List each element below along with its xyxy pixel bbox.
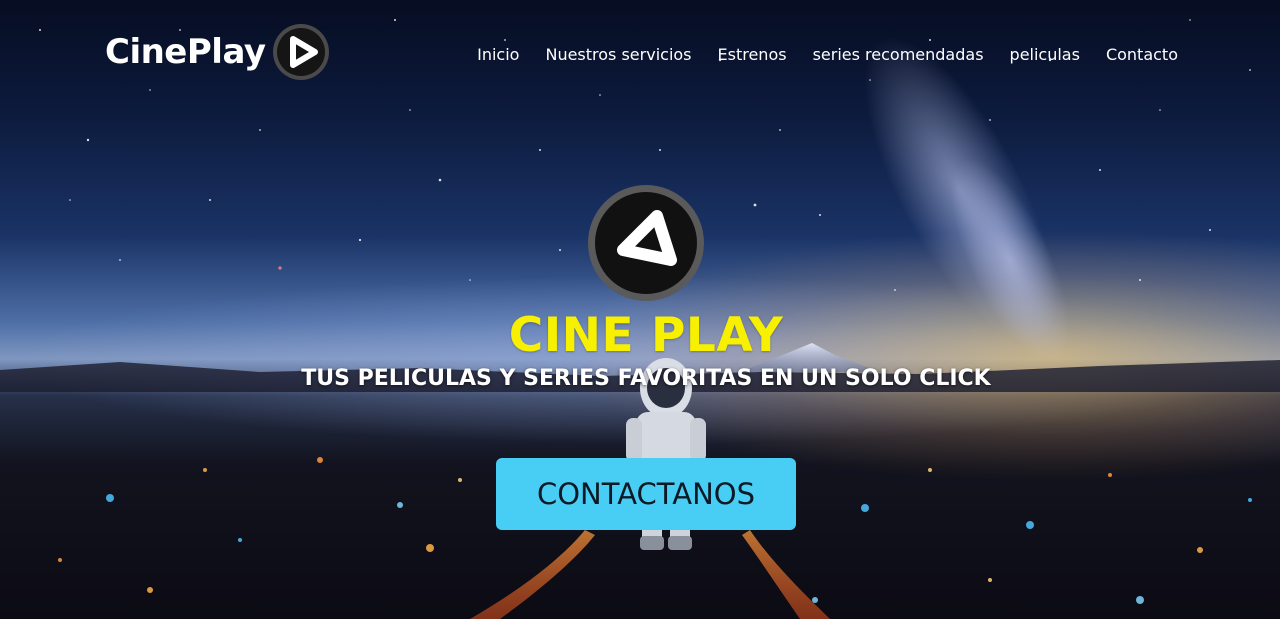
brand-name: CinePlay	[105, 32, 266, 72]
play-triangle-icon	[588, 185, 704, 301]
nav-item-inicio[interactable]: Inicio	[477, 45, 519, 64]
hero-section: CinePlay Inicio Nuestros servicios Estre…	[0, 0, 1280, 619]
hero-title: CINE PLAY	[508, 308, 784, 363]
navbar: CinePlay Inicio Nuestros servicios Estre…	[0, 0, 1280, 105]
brand-logo-link[interactable]: CinePlay	[105, 22, 330, 82]
main-nav: Inicio Nuestros servicios Estrenos serie…	[451, 42, 1178, 66]
hero-subtitle: TUS PELICULAS Y SERIES FAVORITAS EN UN S…	[301, 366, 991, 391]
play-triangle-icon	[272, 24, 329, 80]
nav-item-peliculas[interactable]: peliculas	[1010, 45, 1080, 64]
nav-item-series-recomendadas[interactable]: series recomendadas	[813, 45, 984, 64]
nav-item-contacto[interactable]: Contacto	[1106, 45, 1178, 64]
contact-button[interactable]: CONTACTANOS	[496, 458, 796, 530]
nav-item-nuestros-servicios[interactable]: Nuestros servicios	[545, 45, 691, 64]
nav-item-estrenos[interactable]: Estrenos	[718, 45, 787, 64]
